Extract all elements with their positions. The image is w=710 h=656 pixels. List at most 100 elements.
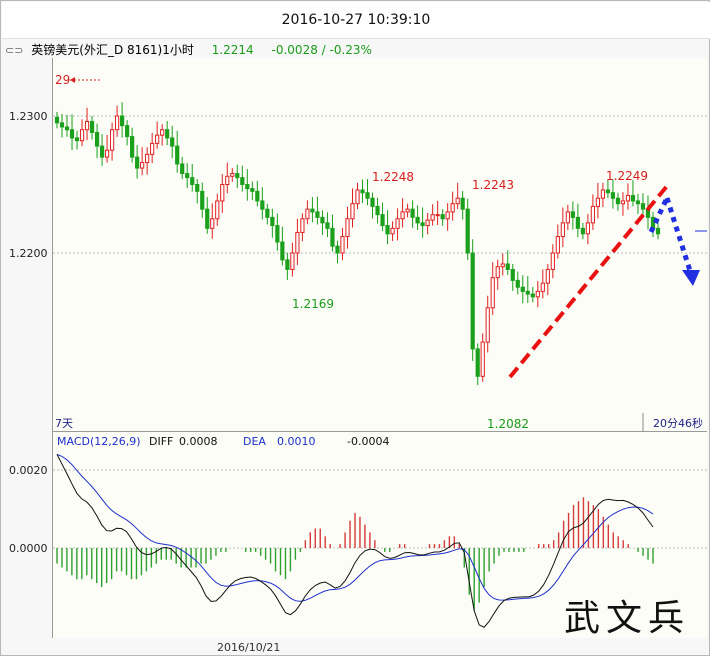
- candle-down[interactable]: [285, 259, 290, 270]
- candle-up[interactable]: [560, 222, 565, 238]
- candle-up[interactable]: [345, 218, 350, 238]
- candle-down[interactable]: [180, 163, 185, 175]
- candle-down[interactable]: [515, 279, 520, 288]
- price-chart-panel[interactable]: 29 1.2248 1.2243 1.2249 1.2169 1.2082 7天…: [52, 58, 707, 431]
- candle-down[interactable]: [89, 120, 95, 133]
- candle-up[interactable]: [485, 307, 490, 343]
- candle-up[interactable]: [84, 120, 90, 131]
- candle-down[interactable]: [415, 216, 420, 224]
- candle-up[interactable]: [104, 149, 110, 158]
- candle-up[interactable]: [425, 219, 430, 227]
- candle-up[interactable]: [220, 184, 225, 202]
- candle-up[interactable]: [445, 211, 450, 220]
- candle-up[interactable]: [565, 211, 570, 224]
- candle-down[interactable]: [605, 189, 611, 194]
- candle-down[interactable]: [635, 200, 641, 205]
- candle-down[interactable]: [275, 225, 280, 243]
- candle-up[interactable]: [109, 129, 115, 151]
- candle-down[interactable]: [375, 205, 380, 216]
- candle-down[interactable]: [465, 208, 470, 254]
- candle-down[interactable]: [325, 222, 330, 229]
- candle-up[interactable]: [400, 211, 405, 220]
- candle-up[interactable]: [495, 266, 500, 279]
- candle-down[interactable]: [370, 197, 375, 207]
- candle-down[interactable]: [460, 197, 465, 210]
- candle-down[interactable]: [125, 125, 130, 138]
- candle-down[interactable]: [240, 177, 245, 186]
- candle-down[interactable]: [335, 245, 340, 254]
- candle-up[interactable]: [555, 236, 560, 254]
- candle-up[interactable]: [550, 252, 555, 270]
- candle-up[interactable]: [150, 142, 155, 155]
- candle-down[interactable]: [380, 214, 385, 227]
- candle-down[interactable]: [360, 189, 365, 194]
- candle-down[interactable]: [99, 145, 105, 158]
- candle-up[interactable]: [540, 282, 545, 292]
- candle-down[interactable]: [330, 227, 335, 247]
- candle-up[interactable]: [230, 173, 235, 177]
- candle-down[interactable]: [200, 190, 205, 210]
- candle-up[interactable]: [155, 134, 160, 144]
- candle-down[interactable]: [190, 177, 195, 186]
- candle-up[interactable]: [115, 115, 120, 131]
- candle-down[interactable]: [315, 211, 320, 218]
- candle-up[interactable]: [350, 203, 355, 220]
- candle-down[interactable]: [54, 116, 60, 124]
- candle-down[interactable]: [570, 211, 575, 218]
- candle-down[interactable]: [410, 208, 415, 218]
- candle-up[interactable]: [585, 222, 590, 235]
- candle-up[interactable]: [435, 214, 440, 217]
- candle-up[interactable]: [390, 227, 395, 235]
- candle-down[interactable]: [655, 227, 661, 235]
- candle-up[interactable]: [300, 218, 305, 233]
- candle-down[interactable]: [135, 156, 140, 169]
- candle-down[interactable]: [205, 208, 210, 229]
- candle-down[interactable]: [470, 252, 475, 350]
- candle-down[interactable]: [650, 216, 656, 229]
- candle-up[interactable]: [295, 231, 300, 254]
- candle-down[interactable]: [640, 203, 646, 210]
- candle-up[interactable]: [225, 175, 230, 185]
- candle-down[interactable]: [420, 222, 425, 227]
- candle-down[interactable]: [520, 286, 525, 292]
- candle-down[interactable]: [255, 190, 260, 202]
- candle-up[interactable]: [590, 205, 595, 224]
- candle-up[interactable]: [290, 252, 295, 270]
- candle-down[interactable]: [320, 216, 325, 224]
- candle-up[interactable]: [140, 162, 145, 169]
- candle-down[interactable]: [510, 268, 515, 281]
- candle-down[interactable]: [120, 115, 125, 127]
- link-icon[interactable]: ⊂⊃: [5, 44, 23, 57]
- candle-up[interactable]: [455, 197, 460, 205]
- candle-down[interactable]: [440, 214, 445, 220]
- candle-up[interactable]: [160, 129, 165, 136]
- candle-down[interactable]: [630, 194, 636, 202]
- candle-down[interactable]: [615, 197, 621, 205]
- candle-down[interactable]: [59, 122, 65, 128]
- candle-up[interactable]: [490, 277, 495, 309]
- candle-down[interactable]: [170, 137, 175, 147]
- candle-up[interactable]: [215, 200, 220, 220]
- candle-up[interactable]: [430, 214, 435, 221]
- candle-down[interactable]: [530, 293, 535, 298]
- candle-down[interactable]: [365, 192, 370, 199]
- candle-down[interactable]: [575, 216, 580, 229]
- candle-down[interactable]: [580, 227, 585, 235]
- candle-up[interactable]: [535, 290, 540, 298]
- candle-up[interactable]: [620, 200, 626, 205]
- candle-up[interactable]: [395, 218, 400, 229]
- candle-down[interactable]: [505, 263, 510, 270]
- candle-down[interactable]: [64, 126, 70, 131]
- candle-down[interactable]: [165, 129, 170, 139]
- candle-down[interactable]: [310, 208, 315, 213]
- candle-up[interactable]: [625, 194, 631, 202]
- candle-down[interactable]: [475, 348, 480, 377]
- candle-down[interactable]: [265, 208, 270, 218]
- candle-down[interactable]: [74, 137, 80, 142]
- candle-down[interactable]: [235, 173, 240, 179]
- candle-up[interactable]: [600, 189, 606, 199]
- candle-down[interactable]: [280, 241, 285, 261]
- candle-up[interactable]: [340, 236, 345, 254]
- candle-up[interactable]: [500, 263, 505, 268]
- candle-down[interactable]: [385, 225, 390, 235]
